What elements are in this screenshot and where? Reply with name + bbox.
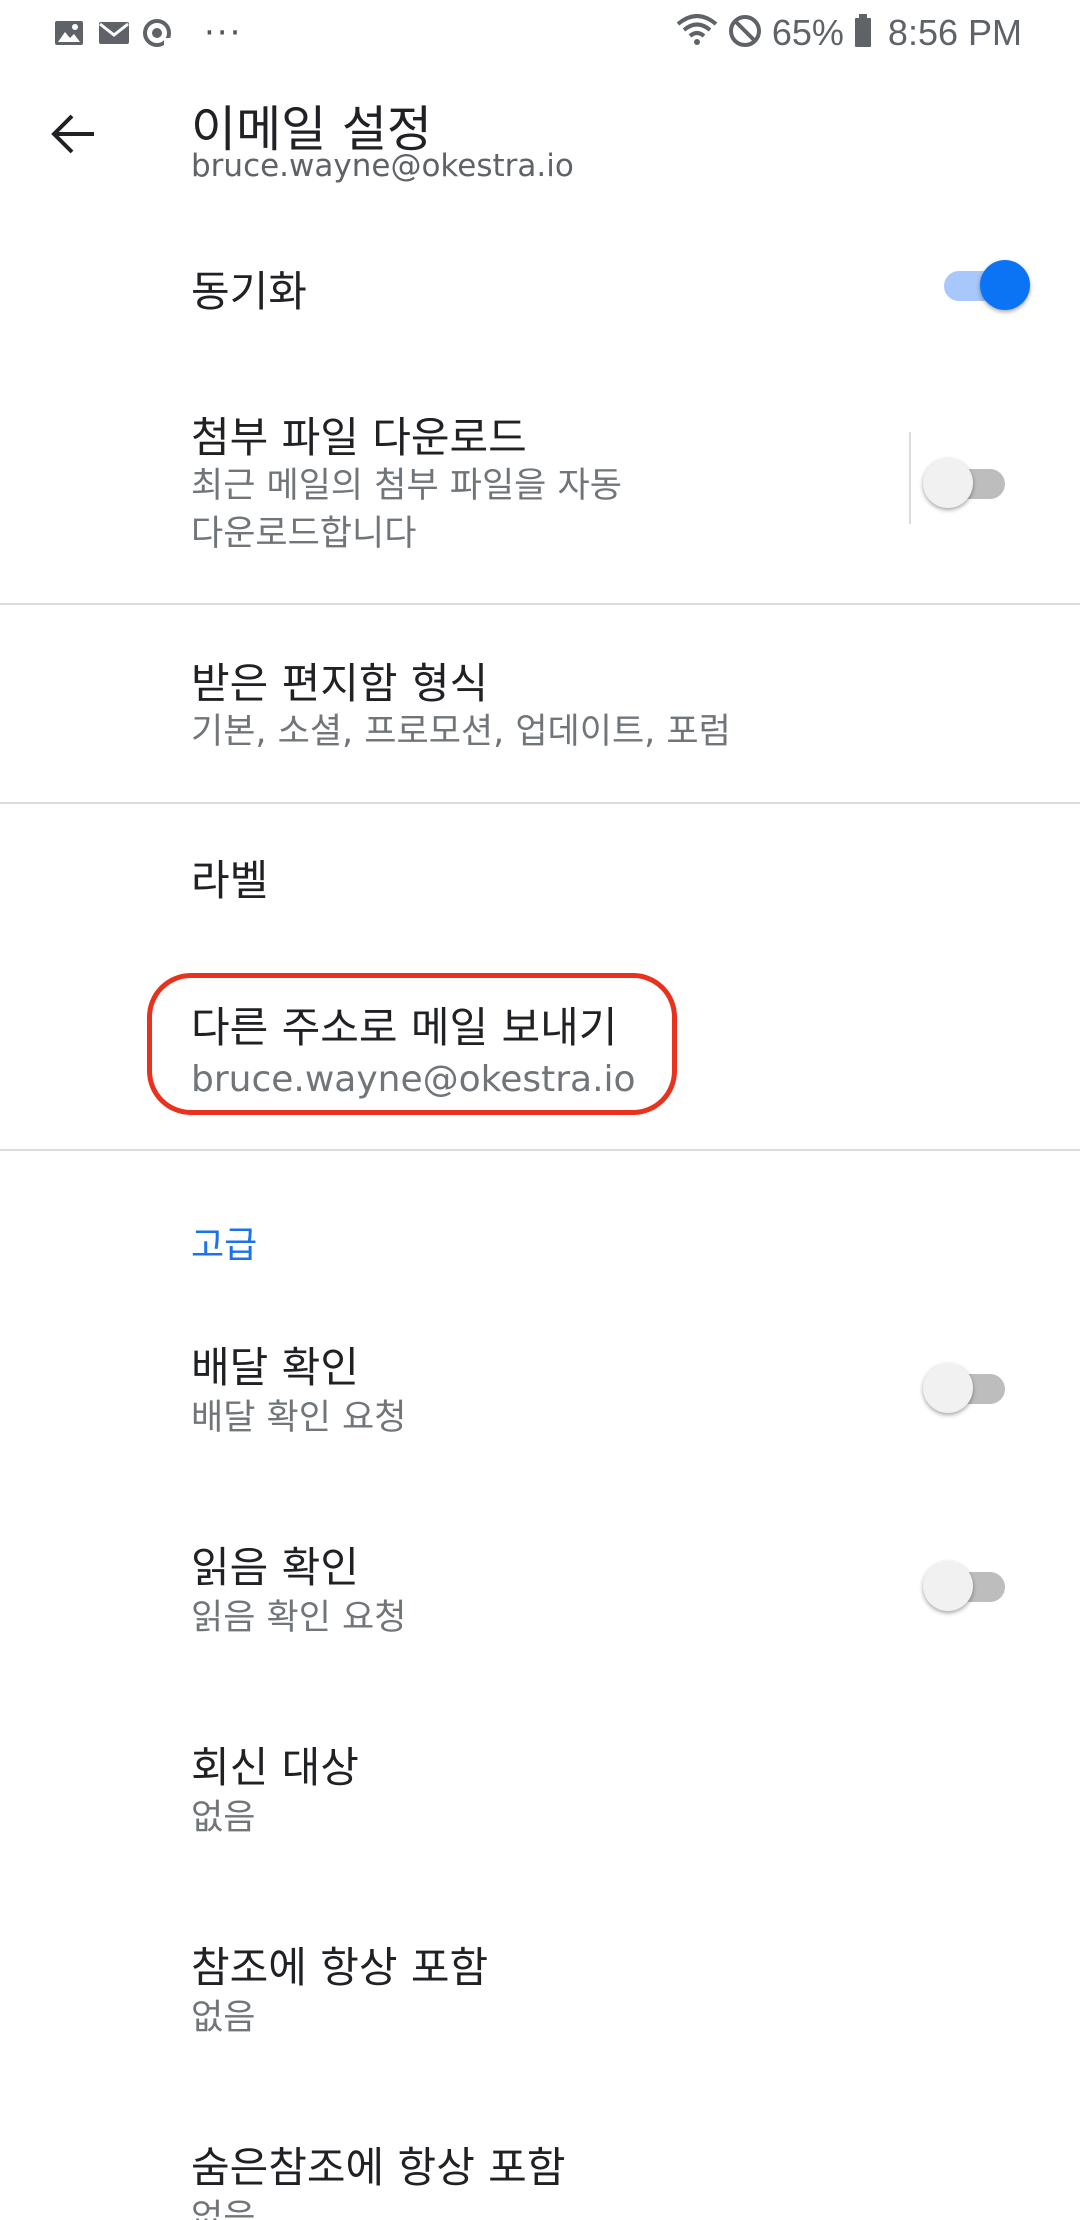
reply-to-label: 회신 대상 <box>191 1743 359 1792</box>
email-settings-screen: ··· 65% 8:56 PM 이메일 설정 bruce.wayne@okest… <box>0 0 1080 2220</box>
system-status: 65% 8:56 PM <box>676 12 1022 54</box>
divider <box>0 1149 1080 1151</box>
reply-to-value: 없음 <box>191 1798 256 1838</box>
always-cc-value: 없음 <box>191 1998 256 2038</box>
toggle-thumb <box>923 1363 973 1413</box>
labels-row[interactable]: 라벨 <box>0 805 1080 955</box>
battery-icon <box>854 14 872 52</box>
always-cc-row[interactable]: 참조에 항상 포함 없음 <box>0 1910 1080 2090</box>
gmail-icon <box>98 18 129 48</box>
inbox-type-row[interactable]: 받은 편지함 형식 기본, 소셜, 프로모션, 업데이트, 포럼 <box>0 606 1080 802</box>
delivery-receipt-label: 배달 확인 <box>191 1343 359 1392</box>
account-email: bruce.wayne@okestra.io <box>191 148 574 184</box>
sync-toggle[interactable] <box>944 257 1030 310</box>
read-receipt-label: 읽음 확인 <box>191 1543 359 1592</box>
delivery-receipt-desc: 배달 확인 요청 <box>191 1398 407 1438</box>
always-bcc-label: 숨은참조에 항상 포함 <box>191 2143 566 2192</box>
sync-icon <box>142 18 172 48</box>
more-notifications-dots: ··· <box>204 13 243 53</box>
sync-label: 동기화 <box>191 267 307 316</box>
image-icon <box>54 18 84 48</box>
read-receipt-desc: 읽음 확인 요청 <box>191 1598 407 1638</box>
toggle-thumb <box>923 458 973 508</box>
wifi-icon <box>676 14 718 52</box>
back-arrow-icon[interactable] <box>48 108 100 160</box>
do-not-disturb-icon <box>728 14 762 52</box>
divider <box>0 802 1080 804</box>
delivery-receipt-row[interactable]: 배달 확인 배달 확인 요청 <box>0 1310 1080 1490</box>
attachment-download-label: 첨부 파일 다운로드 <box>191 413 527 462</box>
delivery-receipt-toggle[interactable] <box>923 1360 1009 1413</box>
attachment-download-toggle[interactable] <box>923 455 1009 508</box>
read-receipt-row[interactable]: 읽음 확인 읽음 확인 요청 <box>0 1510 1080 1690</box>
advanced-section-header: 고급 <box>191 1225 258 1266</box>
reply-to-row[interactable]: 회신 대상 없음 <box>0 1710 1080 1890</box>
attachment-download-desc-line2: 다운로드합니다 <box>191 514 417 554</box>
toggle-thumb <box>923 1561 973 1611</box>
toggle-separator <box>909 432 911 524</box>
inbox-type-value: 기본, 소셜, 프로모션, 업데이트, 포럼 <box>191 712 731 752</box>
divider <box>0 603 1080 605</box>
inbox-type-label: 받은 편지함 형식 <box>191 659 489 708</box>
clock: 8:56 PM <box>887 12 1022 53</box>
toggle-thumb <box>980 260 1030 310</box>
notification-icons: ··· <box>54 14 242 52</box>
always-cc-label: 참조에 항상 포함 <box>191 1943 489 1992</box>
highlight-annotation <box>147 973 677 1115</box>
attachment-download-row[interactable]: 첨부 파일 다운로드 최근 메일의 첨부 파일을 자동 다운로드합니다 <box>0 390 1080 570</box>
status-bar: ··· 65% 8:56 PM <box>0 0 1080 66</box>
sync-setting-row[interactable]: 동기화 <box>0 230 1080 340</box>
battery-percent: 65% <box>771 12 844 53</box>
read-receipt-toggle[interactable] <box>923 1558 1009 1611</box>
attachment-download-desc-line1: 최근 메일의 첨부 파일을 자동 <box>191 466 622 506</box>
always-bcc-row[interactable]: 숨은참조에 항상 포함 없음 <box>0 2110 1080 2220</box>
labels-label: 라벨 <box>191 856 269 905</box>
always-bcc-value: 없음 <box>191 2198 256 2220</box>
